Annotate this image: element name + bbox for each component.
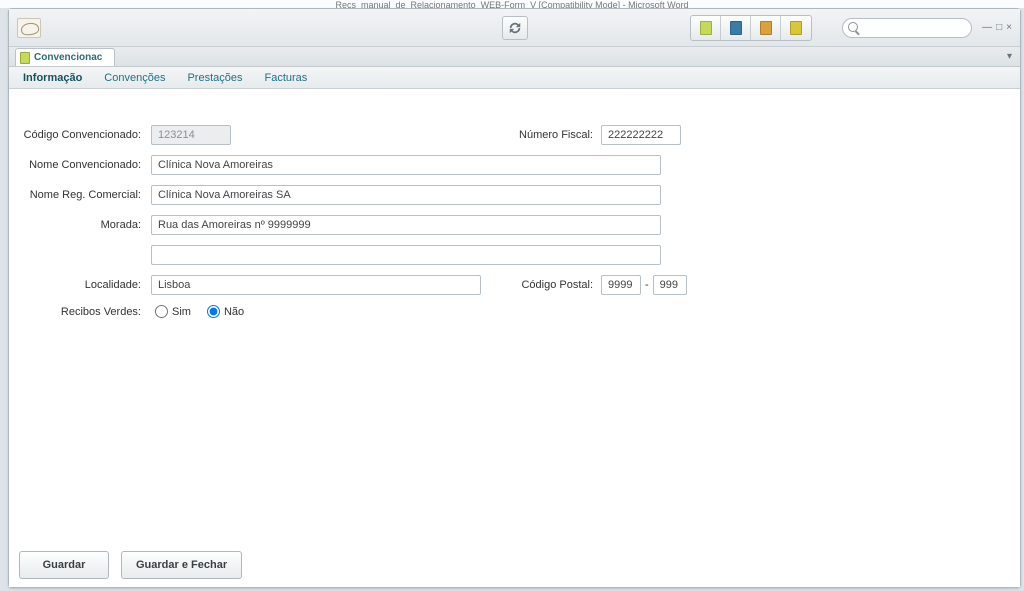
footer-buttons: Guardar Guardar e Fechar bbox=[19, 551, 242, 579]
label-morada: Morada: bbox=[21, 219, 151, 231]
input-nome-reg-comercial[interactable] bbox=[151, 185, 661, 205]
nav-informacao[interactable]: Informação bbox=[23, 72, 82, 84]
recibos-radio-group: Sim Não bbox=[155, 305, 244, 318]
segment-color-icon bbox=[730, 21, 742, 35]
color-segment-group bbox=[690, 15, 812, 41]
input-codigo-postal-1[interactable] bbox=[601, 275, 641, 295]
cp-separator: - bbox=[641, 279, 653, 291]
guardar-fechar-button[interactable]: Guardar e Fechar bbox=[121, 551, 242, 579]
label-fiscal: Número Fiscal: bbox=[511, 129, 601, 141]
guardar-button[interactable]: Guardar bbox=[19, 551, 109, 579]
titlebar: — □ × bbox=[9, 9, 1020, 47]
label-recibos-verdes: Recibos Verdes: bbox=[21, 306, 151, 318]
nav-facturas[interactable]: Facturas bbox=[264, 72, 307, 84]
input-morada-1[interactable] bbox=[151, 215, 661, 235]
radio-sim-label[interactable]: Sim bbox=[155, 305, 191, 318]
form-content-area: Código Convencionado: Número Fiscal: Nom… bbox=[9, 89, 1020, 587]
input-localidade[interactable] bbox=[151, 275, 481, 295]
refresh-button[interactable] bbox=[502, 16, 528, 40]
close-button[interactable]: × bbox=[1006, 22, 1012, 33]
segment-1[interactable] bbox=[691, 16, 721, 40]
nav-convencoes[interactable]: Convenções bbox=[104, 72, 165, 84]
search-input[interactable] bbox=[842, 18, 972, 38]
radio-sim-text: Sim bbox=[172, 306, 191, 318]
window-controls: — □ × bbox=[982, 22, 1012, 33]
app-window: — □ × Convencionac ▾ Informação Convençõ… bbox=[8, 8, 1021, 588]
input-fiscal[interactable] bbox=[601, 125, 681, 145]
minimize-button[interactable]: — bbox=[982, 22, 992, 33]
radio-nao-text: Não bbox=[224, 306, 244, 318]
segment-4[interactable] bbox=[781, 16, 811, 40]
app-logo-icon bbox=[17, 18, 41, 38]
document-tab-strip: Convencionac ▾ bbox=[9, 47, 1020, 67]
input-morada-2[interactable] bbox=[151, 245, 661, 265]
segment-color-icon bbox=[790, 21, 802, 35]
refresh-icon bbox=[508, 21, 522, 35]
segment-color-icon bbox=[700, 21, 712, 35]
segment-color-icon bbox=[760, 21, 772, 35]
radio-sim[interactable] bbox=[155, 305, 168, 318]
document-tab-icon bbox=[20, 52, 30, 64]
search-wrap bbox=[842, 18, 972, 38]
label-codigo: Código Convencionado: bbox=[21, 129, 151, 141]
maximize-button[interactable]: □ bbox=[996, 22, 1002, 33]
input-nome-convencionado[interactable] bbox=[151, 155, 661, 175]
sub-navigation: Informação Convenções Prestações Factura… bbox=[9, 67, 1020, 89]
document-tab-label: Convencionac bbox=[34, 52, 102, 63]
nav-prestacoes[interactable]: Prestações bbox=[187, 72, 242, 84]
radio-nao-label[interactable]: Não bbox=[207, 305, 244, 318]
search-icon bbox=[848, 22, 858, 32]
segment-3[interactable] bbox=[751, 16, 781, 40]
label-nome-convencionado: Nome Convencionado: bbox=[21, 159, 151, 171]
input-codigo bbox=[151, 125, 231, 145]
segment-2[interactable] bbox=[721, 16, 751, 40]
background-word-title: Recs_manual_de_Relacionamento_WEB-Form_V… bbox=[0, 0, 1024, 8]
tabstrip-chevron-icon[interactable]: ▾ bbox=[1007, 51, 1012, 62]
input-codigo-postal-2[interactable] bbox=[653, 275, 687, 295]
radio-nao[interactable] bbox=[207, 305, 220, 318]
label-codigo-postal: Código Postal: bbox=[511, 279, 601, 291]
label-nome-reg-comercial: Nome Reg. Comercial: bbox=[21, 189, 151, 201]
label-localidade: Localidade: bbox=[21, 279, 151, 291]
document-tab[interactable]: Convencionac bbox=[15, 48, 115, 66]
